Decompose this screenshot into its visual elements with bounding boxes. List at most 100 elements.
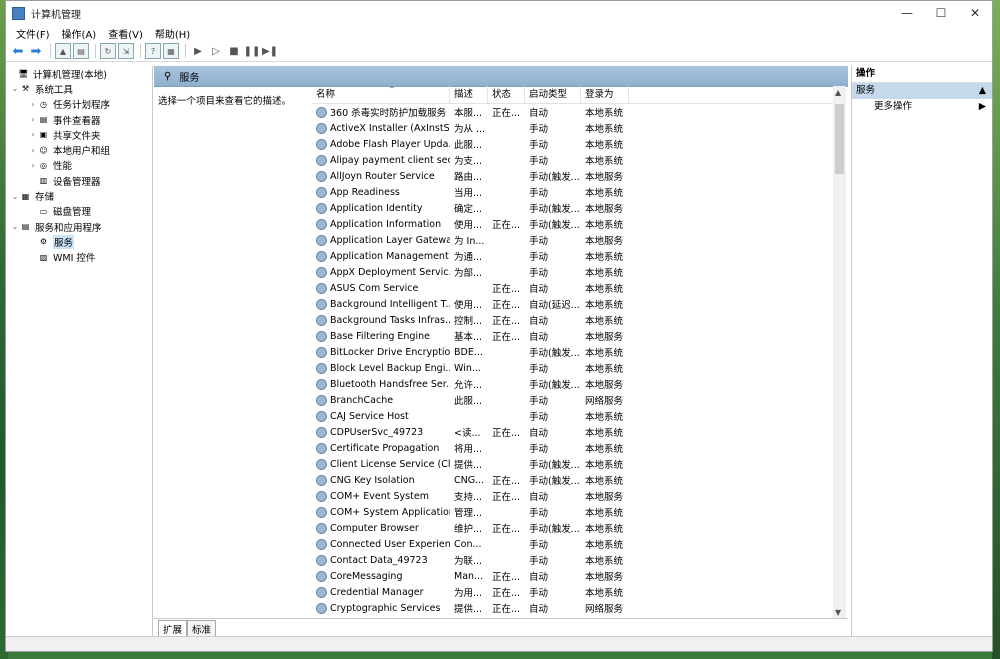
properties-icon[interactable]: ▦ bbox=[163, 43, 179, 59]
expand-right-icon[interactable]: › bbox=[28, 100, 38, 109]
tree-item[interactable]: › ◷ 任务计划程序 bbox=[6, 97, 152, 112]
expand-right-icon[interactable]: › bbox=[28, 161, 38, 170]
table-row[interactable]: Bluetooth Handsfree Ser... 允许... 手动(触发... 本… bbox=[312, 376, 834, 392]
tree-item[interactable]: ▨ WMI 控件 bbox=[6, 250, 152, 265]
table-row[interactable]: Adobe Flash Player Upda... 此服... 手动 本地系统 bbox=[312, 136, 834, 152]
table-row[interactable]: BitLocker Drive Encryptio... BDE... 手动(触发.… bbox=[312, 344, 834, 360]
table-row[interactable]: AppX Deployment Servic... 为部... 手动 本地系统 bbox=[312, 264, 834, 280]
tree-item[interactable]: ▭ 磁盘管理 bbox=[6, 204, 152, 219]
table-row[interactable]: Cryptographic Services 提供... 正在... 自动 网络服务 bbox=[312, 600, 834, 616]
service-status: 正在... bbox=[492, 572, 521, 583]
start-service-alt-icon[interactable]: ▷ bbox=[208, 43, 224, 59]
export-list-icon[interactable]: ⇲ bbox=[118, 43, 134, 59]
table-row[interactable]: Block Level Backup Engi... Win... 手动 本地系统 bbox=[312, 360, 834, 376]
service-gear-icon bbox=[316, 378, 327, 390]
column-description[interactable]: 描述 bbox=[450, 86, 488, 103]
service-name: 360 杀毒实时防护加载服务 bbox=[312, 105, 450, 119]
show-hide-tree-icon[interactable]: ▤ bbox=[73, 43, 89, 59]
scroll-up-icon[interactable]: ▲ bbox=[835, 88, 841, 97]
restart-service-icon[interactable]: ▶❚ bbox=[262, 43, 278, 59]
table-row[interactable]: ASUS Com Service 正在... 自动 本地系统 bbox=[312, 280, 834, 296]
table-row[interactable]: COM+ System Application 管理... 手动 本地系统 bbox=[312, 504, 834, 520]
table-row[interactable]: 360 杀毒实时防护加载服务 本服... 正在... 自动 本地系统 bbox=[312, 104, 834, 120]
column-status[interactable]: 状态 bbox=[488, 86, 525, 103]
scroll-thumb[interactable] bbox=[835, 104, 844, 174]
service-description-cell: 路由... bbox=[454, 172, 483, 183]
column-log-on-as[interactable]: 登录为 bbox=[581, 86, 629, 103]
tree-item[interactable]: ⚙ 服务 bbox=[6, 234, 152, 249]
table-row[interactable]: Certificate Propagation 将用... 手动 本地系统 bbox=[312, 440, 834, 456]
table-row[interactable]: CDPUserSvc_49723 <读... 正在... 自动 本地系统 bbox=[312, 424, 834, 440]
tree-item[interactable]: ⌄ ▤ 服务和应用程序 bbox=[6, 219, 152, 234]
table-row[interactable]: App Readiness 当用... 手动 本地系统 bbox=[312, 184, 834, 200]
start-service-icon[interactable]: ▶ bbox=[190, 43, 206, 59]
minimize-button[interactable]: — bbox=[890, 1, 924, 25]
table-row[interactable]: CNG Key Isolation CNG... 正在... 手动(触发... 本地系统 bbox=[312, 472, 834, 488]
tree-item[interactable]: ⌄ ⚒ 系统工具 bbox=[6, 81, 152, 96]
table-row[interactable]: Application Information 使用... 正在... 手动(触发..… bbox=[312, 216, 834, 232]
menu-help[interactable]: 帮助(H) bbox=[149, 26, 196, 41]
table-row[interactable]: Client License Service (Cli... 提供... 手动(触发… bbox=[312, 456, 834, 472]
expand-down-icon[interactable]: ⌄ bbox=[10, 192, 20, 201]
service-log-on-as: 本地服务 bbox=[585, 204, 624, 215]
up-folder-icon[interactable]: ▲ bbox=[55, 43, 71, 59]
menu-view[interactable]: 查看(V) bbox=[102, 26, 149, 41]
tree-item[interactable]: › ▤ 事件查看器 bbox=[6, 112, 152, 127]
tab-standard[interactable]: 标准 bbox=[187, 620, 217, 637]
menu-action[interactable]: 操作(A) bbox=[56, 26, 103, 41]
vertical-scrollbar[interactable]: ▲ ▼ bbox=[833, 86, 846, 619]
column-startup-type[interactable]: 启动类型 bbox=[525, 86, 581, 103]
tree-item[interactable]: › ▣ 共享文件夹 bbox=[6, 127, 152, 142]
expand-right-icon[interactable]: › bbox=[28, 115, 38, 124]
expand-right-icon[interactable]: › bbox=[28, 130, 38, 139]
table-row[interactable]: BranchCache 此服... 手动 网络服务 bbox=[312, 392, 834, 408]
service-gear-icon bbox=[316, 202, 327, 214]
tree-item[interactable]: › ☺ 本地用户和组 bbox=[6, 142, 152, 158]
table-row[interactable]: Connected User Experien... Con... 手动 本地系统 bbox=[312, 536, 834, 552]
table-row[interactable]: Credential Manager 为用... 正在... 手动 本地系统 bbox=[312, 584, 834, 600]
back-icon[interactable]: ⬅ bbox=[10, 43, 26, 59]
table-row[interactable]: Base Filtering Engine 基本... 正在... 自动 本地服务 bbox=[312, 328, 834, 344]
service-startup-type: 手动 bbox=[529, 124, 549, 135]
table-row[interactable]: CAJ Service Host 手动 本地系统 bbox=[312, 408, 834, 424]
menu-file[interactable]: 文件(F) bbox=[10, 26, 56, 41]
column-name[interactable]: 名称 bbox=[312, 86, 450, 103]
expand-down-icon[interactable]: ⌄ bbox=[10, 84, 20, 93]
table-row[interactable]: ActiveX Installer (AxInstSV) 为从 ... 手动 本地系统 bbox=[312, 120, 834, 136]
scroll-down-icon[interactable]: ▼ bbox=[835, 608, 841, 617]
forward-icon[interactable]: ➡ bbox=[28, 43, 44, 59]
table-row[interactable]: Contact Data_49723 为联... 手动 本地系统 bbox=[312, 552, 834, 568]
table-row[interactable]: COM+ Event System 支持... 正在... 自动 本地服务 bbox=[312, 488, 834, 504]
stop-service-icon[interactable]: ■ bbox=[226, 43, 242, 59]
table-row[interactable]: Background Tasks Infras... 控制... 正在... 自动 本地… bbox=[312, 312, 834, 328]
service-name-text: Contact Data_49723 bbox=[330, 554, 428, 566]
help-icon[interactable]: ? bbox=[145, 43, 161, 59]
tree-item[interactable]: ⌄ ▦ 存储 bbox=[6, 188, 152, 204]
expand-down-icon[interactable]: ⌄ bbox=[10, 222, 20, 231]
table-row[interactable]: Alipay payment client sec... 为支... 手动 本地系统 bbox=[312, 152, 834, 168]
tree-item[interactable]: 🖥 计算机管理(本地) bbox=[6, 66, 152, 81]
service-name-text: Computer Browser bbox=[330, 522, 419, 534]
close-button[interactable]: ✕ bbox=[958, 1, 992, 25]
service-startup-type: 手动 bbox=[529, 444, 549, 455]
table-row[interactable]: Computer Browser 维护... 正在... 手动(触发... 本地系统 bbox=[312, 520, 834, 536]
actions-section-services[interactable]: 服务 ▲ bbox=[852, 83, 992, 99]
tree-item[interactable]: › ◎ 性能 bbox=[6, 158, 152, 173]
table-row[interactable]: CoreMessaging Man... 正在... 自动 本地服务 bbox=[312, 568, 834, 584]
table-row[interactable]: Application Identity 确定... 手动(触发... 本地服务 bbox=[312, 200, 834, 216]
expand-right-icon[interactable]: › bbox=[28, 146, 38, 155]
collapse-icon[interactable]: ▲ bbox=[979, 83, 986, 99]
more-actions-item[interactable]: 更多操作 ▶ bbox=[852, 99, 992, 115]
tab-extended[interactable]: 扩展 bbox=[158, 620, 188, 637]
table-row[interactable]: Application Layer Gatewa... 为 In... 手动 本地服务 bbox=[312, 232, 834, 248]
service-name: Credential Manager bbox=[312, 586, 450, 598]
service-gear-icon bbox=[316, 218, 327, 230]
table-row[interactable]: Background Intelligent T... 使用... 正在... 自动(… bbox=[312, 296, 834, 312]
maximize-button[interactable]: ☐ bbox=[924, 1, 958, 25]
table-row[interactable]: AllJoyn Router Service 路由... 手动(触发... 本地服务 bbox=[312, 168, 834, 184]
refresh-icon[interactable]: ↻ bbox=[100, 43, 116, 59]
pause-service-icon[interactable]: ❚❚ bbox=[244, 43, 261, 59]
tree-item[interactable]: ▥ 设备管理器 bbox=[6, 173, 152, 188]
service-startup-type: 手动 bbox=[529, 252, 549, 263]
table-row[interactable]: Application Management 为通... 手动 本地系统 bbox=[312, 248, 834, 264]
